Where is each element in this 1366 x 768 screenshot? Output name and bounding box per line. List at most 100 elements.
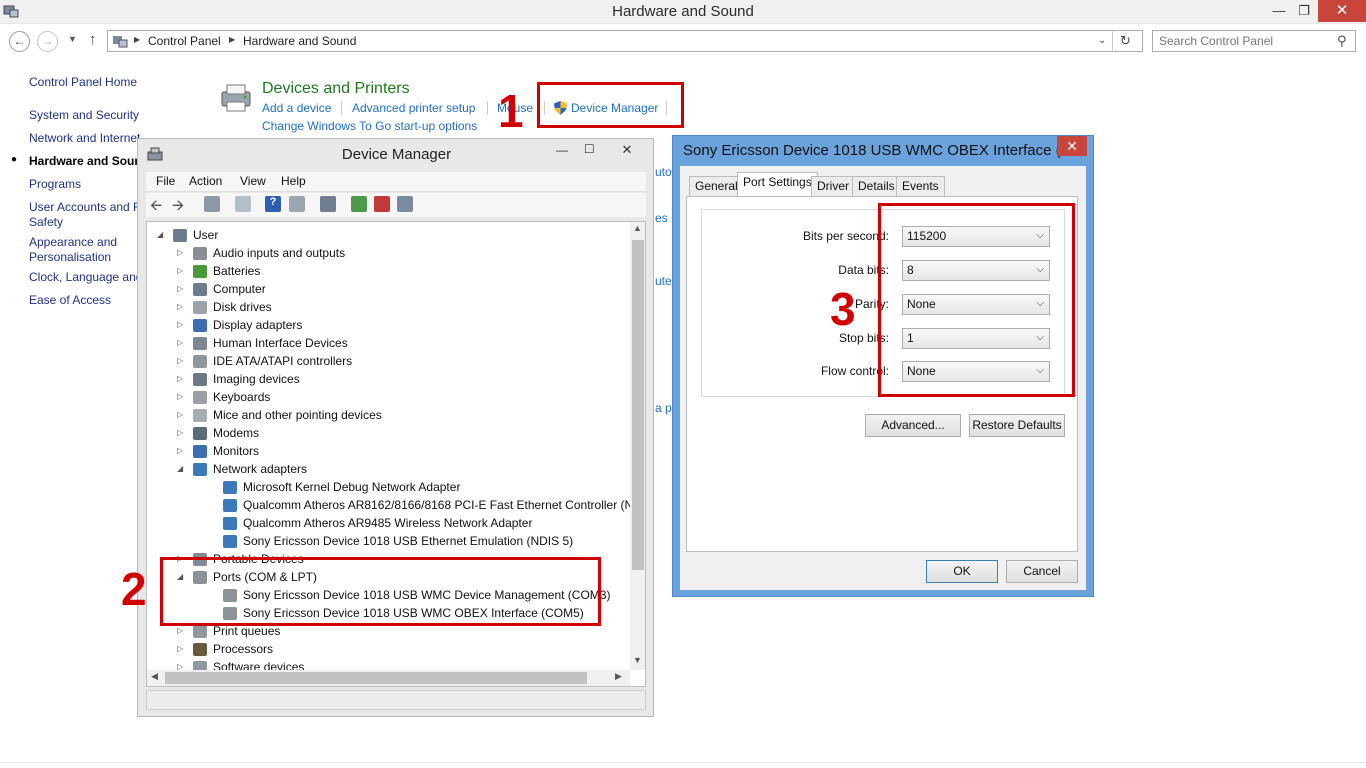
nav-programs[interactable]: Programs [29,177,81,191]
device-category[interactable]: Software devices [213,658,304,670]
expand-arrow-icon[interactable]: ▷ [177,662,187,670]
windows-to-go-link[interactable]: Change Windows To Go start-up options [262,119,477,133]
tab-port-settings[interactable]: Port Settings [737,172,818,197]
nav-appearance-line2[interactable]: Personalisation [29,250,111,264]
menu-file[interactable]: File [156,174,175,188]
expand-arrow-icon[interactable]: ▷ [177,338,187,347]
tab-events[interactable]: Events [896,176,945,196]
expand-arrow-icon[interactable]: ▷ [177,374,187,383]
add-device-link[interactable]: Add a device [262,101,331,115]
show-hide-console-tree-icon[interactable] [204,196,220,212]
nav-user-accounts[interactable]: User Accounts and F [29,200,140,214]
menu-help[interactable]: Help [281,174,306,188]
tab-general[interactable]: General [689,176,744,196]
expand-arrow-icon[interactable]: ▷ [177,248,187,257]
menu-view[interactable]: View [240,174,266,188]
scroll-right-icon[interactable]: ▶ [615,671,622,682]
nav-control-panel-home[interactable]: Control Panel Home [29,75,137,89]
vertical-scrollbar[interactable]: ▲ ▼ [630,222,645,670]
scroll-down-icon[interactable]: ▼ [633,655,642,665]
dm-maximize-button[interactable]: ☐ [584,142,595,156]
device-category[interactable]: User [193,226,218,244]
device-item[interactable]: Qualcomm Atheros AR9485 Wireless Network… [243,514,532,532]
close-button[interactable]: ✕ [1318,0,1366,22]
device-category[interactable]: Keyboards [213,388,270,406]
cancel-button[interactable]: Cancel [1006,560,1078,583]
expand-arrow-icon[interactable]: ▷ [177,626,187,635]
nav-clock-language[interactable]: Clock, Language and [29,270,142,284]
menu-action[interactable]: Action [189,174,222,188]
action-pane-icon[interactable] [289,196,305,212]
expand-arrow-icon[interactable]: ▷ [177,446,187,455]
device-category[interactable]: Processors [213,640,273,658]
device-category[interactable]: Mice and other pointing devices [213,406,382,424]
device-category[interactable]: Network adapters [213,460,307,478]
tab-details[interactable]: Details [852,176,901,196]
tab-driver[interactable]: Driver [811,176,855,196]
update-driver-icon[interactable] [351,196,367,212]
expand-arrow-icon[interactable]: ▷ [177,644,187,653]
nav-user-accounts-line2[interactable]: Safety [29,215,63,229]
device-category[interactable]: Monitors [213,442,259,460]
restore-defaults-button[interactable]: Restore Defaults [969,414,1065,437]
refresh-icon[interactable]: ↻ [1120,33,1131,49]
expand-arrow-icon[interactable]: ▷ [177,302,187,311]
ok-button[interactable]: OK [926,560,998,583]
device-category[interactable]: Human Interface Devices [213,334,348,352]
nav-network-and-internet[interactable]: Network and Internet [29,131,140,145]
properties-icon[interactable] [235,196,251,212]
maximize-button[interactable]: ❐ [1291,0,1317,22]
dm-close-button[interactable]: ✕ [610,142,644,158]
device-category[interactable]: Imaging devices [213,370,300,388]
search-box[interactable]: ⚲ [1152,30,1356,52]
expand-arrow-icon[interactable]: ▷ [177,284,187,293]
advanced-printer-setup-link[interactable]: Advanced printer setup [352,101,475,115]
dialog-close-button[interactable]: ✕ [1057,136,1087,156]
disable-device-icon[interactable] [397,196,413,212]
search-input[interactable] [1159,34,1329,48]
scroll-left-icon[interactable]: ◀ [151,671,158,682]
devices-and-printers-heading[interactable]: Devices and Printers [262,80,410,98]
nav-appearance[interactable]: Appearance and [29,235,117,249]
scan-hardware-icon[interactable] [320,196,336,212]
address-bar[interactable]: ▶ Control Panel ▶ Hardware and Sound ⌄ ↻ [107,30,1143,52]
dm-minimize-button[interactable]: — [556,143,568,157]
up-arrow-icon[interactable]: ↑ [89,31,97,48]
advanced-button[interactable]: Advanced... [865,414,961,437]
vertical-scroll-thumb[interactable] [632,240,644,570]
forward-button[interactable]: → [37,31,58,52]
expand-arrow-icon[interactable]: ▷ [177,266,187,275]
scroll-up-icon[interactable]: ▲ [633,223,642,233]
device-category[interactable]: Audio inputs and outputs [213,244,345,262]
expand-arrow-icon[interactable]: ▷ [177,356,187,365]
nav-ease-of-access[interactable]: Ease of Access [29,293,111,307]
horizontal-scrollbar[interactable]: ◀ ▶ [147,670,630,686]
address-dropdown-chevron-icon[interactable]: ⌄ [1098,35,1106,46]
device-item[interactable]: Sony Ericsson Device 1018 USB Ethernet E… [243,532,573,550]
breadcrumb-control-panel[interactable]: Control Panel [148,34,221,48]
uninstall-icon[interactable] [374,196,390,212]
device-item[interactable]: Microsoft Kernel Debug Network Adapter [243,478,460,496]
minimize-button[interactable]: — [1266,0,1292,22]
expand-arrow-icon[interactable]: ▷ [177,392,187,401]
device-category[interactable]: Display adapters [213,316,302,334]
expand-arrow-icon[interactable]: ▷ [177,410,187,419]
device-category[interactable]: Modems [213,424,259,442]
back-button[interactable]: ← [9,31,30,52]
device-category[interactable]: Disk drives [213,298,272,316]
collapse-arrow-icon[interactable]: ◢ [177,464,187,473]
horizontal-scroll-thumb[interactable] [165,672,587,684]
recent-locations-chevron-icon[interactable]: ▼ [68,34,77,44]
device-category[interactable]: Computer [213,280,266,298]
forward-arrow-icon[interactable]: 🡪 [172,195,184,220]
device-category[interactable]: Batteries [213,262,260,280]
expand-arrow-icon[interactable]: ▷ [177,320,187,329]
collapse-arrow-icon[interactable]: ◢ [157,230,167,239]
expand-arrow-icon[interactable]: ▷ [177,428,187,437]
nav-hardware-and-sound[interactable]: Hardware and Sound [29,154,149,168]
back-arrow-icon[interactable]: 🡨 [150,195,162,220]
breadcrumb-hardware-and-sound[interactable]: Hardware and Sound [243,34,356,48]
help-icon[interactable]: ? [265,196,281,212]
search-icon[interactable]: ⚲ [1337,33,1347,49]
device-category[interactable]: IDE ATA/ATAPI controllers [213,352,352,370]
